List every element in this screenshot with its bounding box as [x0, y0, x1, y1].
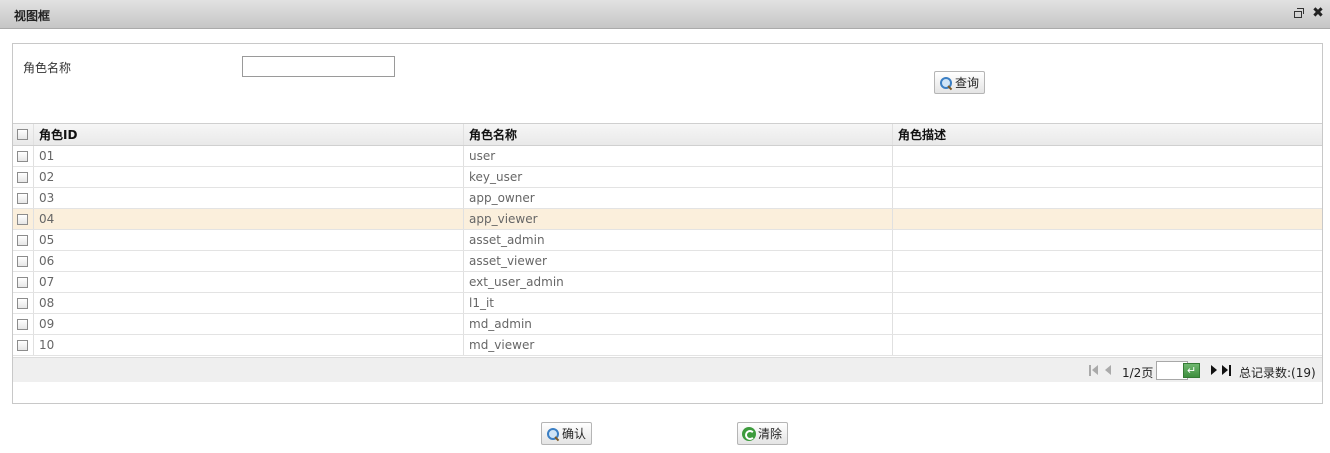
query-button-label: 查询 — [955, 76, 980, 90]
row-checkbox[interactable] — [17, 234, 28, 246]
role-id-cell: 03 — [34, 188, 464, 208]
row-checkbox-cell — [13, 188, 34, 208]
role-id-cell: 10 — [34, 335, 464, 355]
table-row[interactable]: 04 app_viewer — [13, 209, 1322, 230]
query-button[interactable]: 查询 — [934, 71, 986, 94]
window-title: 视图框 — [14, 9, 51, 23]
row-checkbox-cell — [13, 293, 34, 313]
row-checkbox-cell — [13, 314, 34, 334]
pagination-bar: 1/2页 ↵ 总记录数:(19) — [13, 357, 1322, 382]
role-desc-cell — [893, 314, 1322, 334]
role-id-cell: 01 — [34, 146, 464, 166]
total-records: 总记录数:(19) — [1239, 366, 1316, 380]
table-header: 角色ID 角色名称 角色描述 — [13, 124, 1322, 146]
page-indicator: 1/2页 — [1122, 366, 1154, 380]
search-panel: 角色名称 查询 角色ID 角色名称 角色描述 01 user 02 key_user 0… — [12, 43, 1323, 404]
role-id-cell: 04 — [34, 209, 464, 229]
role-table: 角色ID 角色名称 角色描述 01 user 02 key_user 03 app_own… — [13, 123, 1322, 356]
role-name-cell: key_user — [464, 167, 893, 187]
row-checkbox-cell — [13, 251, 34, 271]
role-id-cell: 07 — [34, 272, 464, 292]
window-titlebar: 视图框 ✖ — [0, 0, 1330, 29]
role-name-cell: asset_viewer — [464, 251, 893, 271]
row-checkbox-cell — [13, 167, 34, 187]
row-checkbox[interactable] — [17, 192, 28, 204]
role-id-cell: 08 — [34, 293, 464, 313]
role-desc-cell — [893, 167, 1322, 187]
row-checkbox-cell — [13, 209, 34, 229]
close-icon[interactable]: ✖ — [1311, 6, 1325, 20]
role-id-cell: 02 — [34, 167, 464, 187]
role-name-cell: user — [464, 146, 893, 166]
header-checkbox-cell — [13, 124, 34, 145]
row-checkbox[interactable] — [17, 276, 28, 288]
row-checkbox[interactable] — [17, 255, 28, 267]
table-row[interactable]: 01 user — [13, 146, 1322, 167]
confirm-button-label: 确认 — [562, 427, 587, 441]
select-all-checkbox[interactable] — [17, 129, 28, 140]
table-row[interactable]: 09 md_admin — [13, 314, 1322, 335]
row-checkbox[interactable] — [17, 318, 28, 330]
role-desc-cell — [893, 209, 1322, 229]
first-page-icon[interactable] — [1089, 365, 1099, 376]
role-name-cell: l1_it — [464, 293, 893, 313]
role-name-cell: app_owner — [464, 188, 893, 208]
confirm-button[interactable]: 确认 — [541, 422, 593, 445]
role-name-input[interactable] — [242, 56, 395, 77]
row-checkbox[interactable] — [17, 213, 28, 225]
table-body: 01 user 02 key_user 03 app_owner 04 app_viewer 0… — [13, 146, 1322, 356]
role-id-cell: 06 — [34, 251, 464, 271]
role-desc-cell — [893, 251, 1322, 271]
row-checkbox-cell — [13, 272, 34, 292]
table-row[interactable]: 05 asset_admin — [13, 230, 1322, 251]
column-header-role-desc[interactable]: 角色描述 — [893, 124, 1322, 145]
row-checkbox[interactable] — [17, 171, 28, 183]
refresh-icon — [742, 426, 756, 441]
clear-button-label: 清除 — [758, 427, 783, 441]
role-name-cell: md_admin — [464, 314, 893, 334]
table-row[interactable]: 07 ext_user_admin — [13, 272, 1322, 293]
next-page-icon[interactable] — [1210, 365, 1220, 376]
column-header-role-name[interactable]: 角色名称 — [464, 124, 893, 145]
clear-button[interactable]: 清除 — [737, 422, 789, 445]
row-checkbox[interactable] — [17, 339, 28, 351]
role-id-cell: 05 — [34, 230, 464, 250]
row-checkbox[interactable] — [17, 297, 28, 309]
role-desc-cell — [893, 146, 1322, 166]
role-desc-cell — [893, 230, 1322, 250]
restore-icon[interactable] — [1292, 6, 1306, 20]
role-name-label: 角色名称 — [23, 61, 72, 75]
prev-page-icon[interactable] — [1104, 365, 1114, 376]
column-header-role-id[interactable]: 角色ID — [34, 124, 464, 145]
role-name-cell: ext_user_admin — [464, 272, 893, 292]
table-row[interactable]: 02 key_user — [13, 167, 1322, 188]
table-row[interactable]: 10 md_viewer — [13, 335, 1322, 356]
row-checkbox[interactable] — [17, 150, 28, 162]
role-desc-cell — [893, 272, 1322, 292]
last-page-icon[interactable] — [1222, 365, 1232, 376]
go-page-icon[interactable]: ↵ — [1183, 363, 1200, 378]
role-desc-cell — [893, 188, 1322, 208]
table-row[interactable]: 08 l1_it — [13, 293, 1322, 314]
role-name-cell: asset_admin — [464, 230, 893, 250]
magnifier-icon — [939, 76, 953, 90]
role-id-cell: 09 — [34, 314, 464, 334]
row-checkbox-cell — [13, 146, 34, 166]
role-name-cell: app_viewer — [464, 209, 893, 229]
role-desc-cell — [893, 293, 1322, 313]
magnifier-icon — [546, 427, 560, 441]
table-row[interactable]: 06 asset_viewer — [13, 251, 1322, 272]
row-checkbox-cell — [13, 230, 34, 250]
role-name-cell: md_viewer — [464, 335, 893, 355]
row-checkbox-cell — [13, 335, 34, 355]
table-row[interactable]: 03 app_owner — [13, 188, 1322, 209]
role-desc-cell — [893, 335, 1322, 355]
